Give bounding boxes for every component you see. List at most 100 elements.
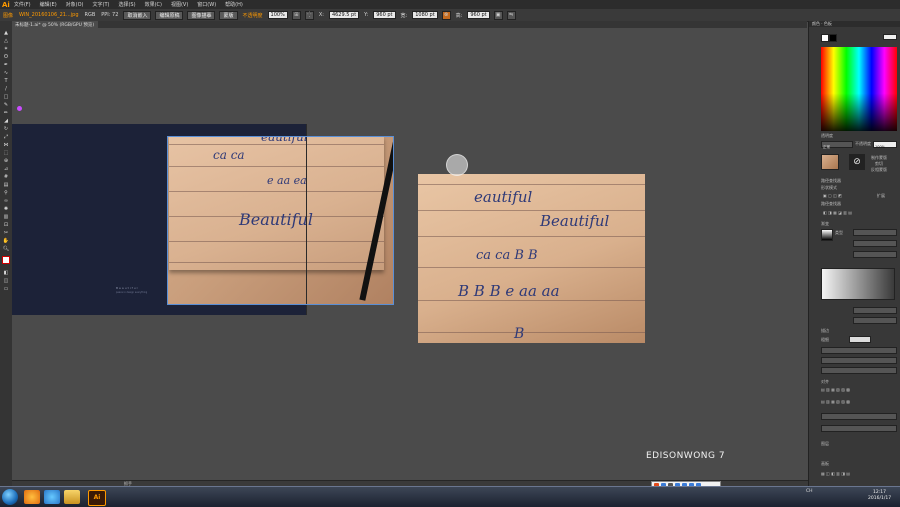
tray-language[interactable]: CH (806, 489, 813, 494)
free-transform-tool-icon[interactable]: ⬚ (2, 150, 10, 156)
layers-header[interactable]: 图层 (821, 441, 829, 447)
width-tool-icon[interactable]: ⋈ (2, 142, 10, 148)
menu-edit[interactable]: 编辑(E) (40, 1, 57, 8)
panel-bottom-buttons[interactable]: ▦ ◫ ◧ ▥ ◨ ▤ (821, 471, 850, 476)
symbol-sprayer-tool-icon[interactable]: ✺ (2, 206, 10, 212)
fill-swatch[interactable] (821, 34, 829, 42)
gradient-location-field[interactable] (853, 317, 897, 324)
taskbar-folder-icon[interactable] (64, 490, 80, 504)
no-mask-icon[interactable]: ⊘ (849, 154, 865, 170)
unembed-button[interactable]: 取消嵌入 (123, 10, 152, 20)
gradient-preview[interactable] (821, 229, 833, 241)
panel-opacity-field[interactable]: 100% (873, 141, 897, 149)
stroke-options-row[interactable] (821, 347, 897, 354)
hand-tool-icon[interactable]: ✋ (2, 238, 10, 244)
blend-tool-icon[interactable]: ∞ (2, 198, 10, 204)
zoom-tool-icon[interactable]: 🔍︎ (2, 246, 10, 252)
width-field[interactable]: 1080 pt (412, 11, 438, 19)
slice-tool-icon[interactable]: ✂ (2, 230, 10, 236)
image-trace-button[interactable]: 图像描摹 (187, 10, 216, 20)
eyedropper-tool-icon[interactable]: ⚲ (2, 190, 10, 196)
direct-selection-tool-icon[interactable]: △ (2, 38, 10, 44)
menu-help[interactable]: 帮助(H) (225, 1, 243, 8)
rectangle-tool-icon[interactable]: □ (2, 94, 10, 100)
menu-window[interactable]: 窗口(W) (197, 1, 216, 8)
menu-file[interactable]: 文件(F) (14, 1, 31, 8)
gradient-slider[interactable] (821, 268, 895, 300)
type-tool-icon[interactable]: T (2, 78, 10, 84)
edit-original-button[interactable]: 编辑原稿 (155, 10, 184, 20)
gradient-opacity-field[interactable] (853, 307, 897, 314)
mesh-tool-icon[interactable]: # (2, 174, 10, 180)
gradient-header[interactable]: 渐变 (821, 221, 829, 227)
transform-icon[interactable]: ▣ (493, 10, 503, 20)
line-tool-icon[interactable]: / (2, 86, 10, 92)
tab-document[interactable]: 未标题-1.ai* @ 50% (RGB/GPU 预览) (12, 21, 98, 28)
color-value-field[interactable] (883, 34, 897, 40)
y-field[interactable]: 960 pt (373, 11, 396, 19)
gradient-type-select[interactable] (853, 229, 897, 236)
eraser-tool-icon[interactable]: ◢ (2, 118, 10, 124)
stroke-weight-field[interactable] (849, 336, 871, 343)
screen-mode-icon[interactable]: ▭ (2, 286, 10, 292)
transparency-thumbnail[interactable] (821, 154, 839, 170)
expand-button[interactable]: 扩展 (877, 193, 885, 199)
align-icon[interactable]: ⊞ (291, 10, 301, 20)
lasso-tool-icon[interactable]: ʘ (2, 54, 10, 60)
transparency-header[interactable]: 透明度 (821, 133, 833, 139)
fill-stroke-icon[interactable] (2, 256, 10, 266)
menu-object[interactable]: 对象(O) (66, 1, 84, 8)
menu-select[interactable]: 选择(S) (118, 1, 135, 8)
gradient-tool-icon[interactable]: ▤ (2, 182, 10, 188)
taskbar-app-icon[interactable] (44, 490, 60, 504)
artboard-tool-icon[interactable]: ⊡ (2, 222, 10, 228)
stroke-cap-row[interactable] (821, 357, 897, 364)
blend-mode-select[interactable]: 正常 (821, 141, 853, 149)
menu-view[interactable]: 视图(V) (171, 1, 188, 8)
linked-file-name[interactable]: WIN_20160106_21...jpg (19, 12, 78, 18)
color-spectrum[interactable] (821, 47, 897, 131)
color-mode-icon[interactable]: ◧ (2, 270, 10, 276)
pathfinder-header[interactable]: 路径查找器 (821, 178, 841, 184)
color-panel-header[interactable]: 颜色 · 色板 (809, 21, 900, 27)
stroke-header[interactable]: 描边 (821, 328, 829, 334)
placed-image-handwriting[interactable]: eautiful Beautiful ca ca B B B B B e aa … (418, 174, 645, 343)
link-proportions-icon[interactable]: ⊗ (441, 10, 451, 20)
artboards-header[interactable]: 画板 (821, 461, 829, 467)
stroke-swatch[interactable] (829, 34, 837, 42)
drawing-mode-icon[interactable]: ◫ (2, 278, 10, 284)
shape-mode-buttons[interactable]: ▣ ▢ ◫ ◩ (823, 193, 842, 198)
align-to-row[interactable] (821, 425, 897, 432)
align-buttons[interactable]: ▤ ▥ ▦ ▧ ▨ ▩ (821, 387, 850, 392)
pathfinder-buttons[interactable]: ◧ ◨ ▦ ◪ ▥ ▤ (823, 210, 852, 215)
selection-bounding-box[interactable] (167, 136, 394, 305)
menu-type[interactable]: 文字(T) (93, 1, 110, 8)
perspective-grid-tool-icon[interactable]: ⊿ (2, 166, 10, 172)
paintbrush-tool-icon[interactable]: ✎ (2, 102, 10, 108)
scale-tool-icon[interactable]: ⤢ (2, 134, 10, 140)
rotate-tool-icon[interactable]: ↻ (2, 126, 10, 132)
align-header[interactable]: 对齐 (821, 379, 829, 385)
gradient-aspect-field[interactable] (853, 251, 897, 258)
gradient-angle-field[interactable] (853, 240, 897, 247)
system-clock[interactable]: 12:17 2016/1/17 (868, 490, 891, 502)
mask-button[interactable]: 蒙版 (219, 10, 238, 20)
reference-point-icon[interactable]: ⁛ (304, 10, 314, 20)
taskbar-illustrator-icon[interactable]: Ai (88, 490, 106, 506)
opacity-field[interactable]: 100% (267, 11, 288, 19)
align-spacing-row[interactable] (821, 413, 897, 420)
pencil-tool-icon[interactable]: ✏ (2, 110, 10, 116)
shape-builder-tool-icon[interactable]: ⊕ (2, 158, 10, 164)
x-field[interactable]: 4629.5 pt (328, 11, 360, 19)
taskbar-app-icon[interactable] (24, 490, 40, 504)
selection-tool-icon[interactable]: ▲ (2, 30, 10, 36)
flip-icon[interactable]: ⇋ (506, 10, 516, 20)
menu-effect[interactable]: 效果(C) (145, 1, 162, 8)
stroke-align-row[interactable] (821, 367, 897, 374)
start-button[interactable] (2, 489, 18, 505)
magic-wand-tool-icon[interactable]: ✶ (2, 46, 10, 52)
pen-tool-icon[interactable]: ✒ (2, 62, 10, 68)
curvature-tool-icon[interactable]: ∿ (2, 70, 10, 76)
height-field[interactable]: 960 pt (467, 11, 490, 19)
distribute-buttons[interactable]: ▤ ▥ ▦ ▧ ▨ ▩ (821, 399, 850, 404)
